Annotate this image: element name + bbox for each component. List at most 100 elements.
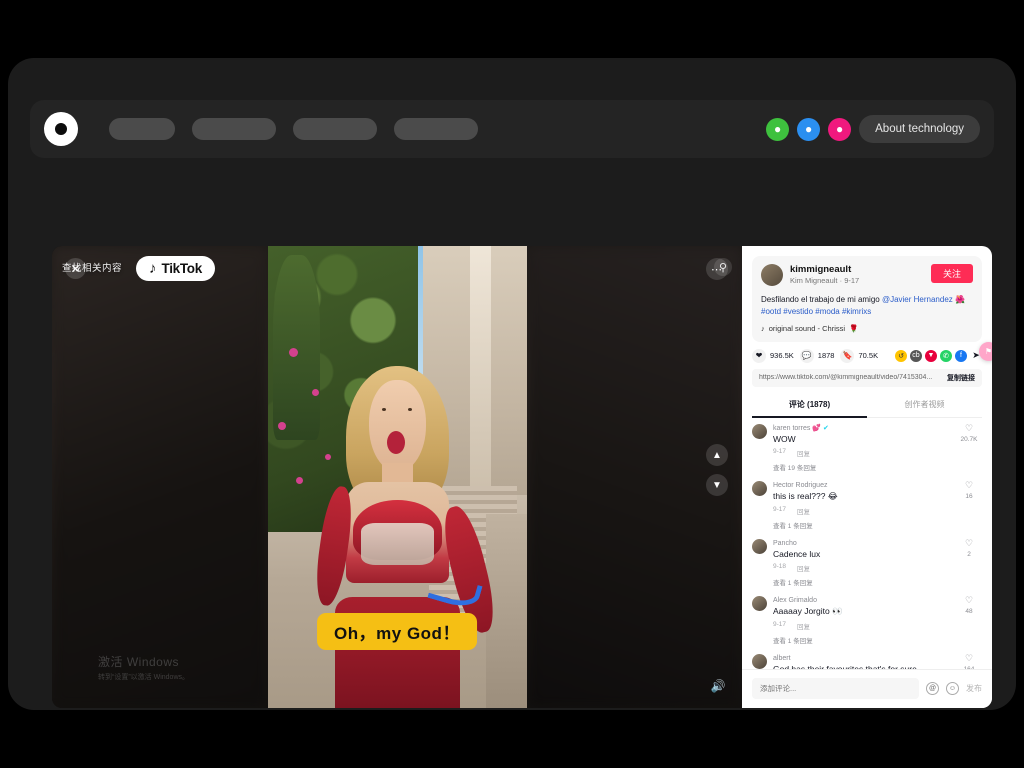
comment-input[interactable] xyxy=(752,678,919,699)
video-link-row[interactable]: https://www.tiktok.com/@kimmigneault/vid… xyxy=(752,368,982,387)
nav-placeholder-2[interactable] xyxy=(192,118,276,140)
reply-link[interactable]: 回复 xyxy=(797,506,810,516)
reply-link[interactable]: 回复 xyxy=(797,563,810,573)
tab-comments[interactable]: 评论 (1878) xyxy=(752,394,867,418)
commenter-avatar[interactable] xyxy=(752,481,767,497)
topbar-right-group: ● ● ● About technology xyxy=(766,115,980,143)
commenter-avatar[interactable] xyxy=(752,538,767,554)
sound-label: original sound - Chrissi xyxy=(768,323,846,333)
heart-outline-icon[interactable]: ♡ xyxy=(956,653,982,663)
author-handle[interactable]: kimmigneault xyxy=(790,264,924,275)
bookmark-stat[interactable]: 🔖 70.5K xyxy=(840,348,878,363)
list-item[interactable]: karen torres 💕 ✔ WOW 9-17 回复 查看 19 条回复 ♡ xyxy=(752,423,982,473)
weibo-icon[interactable]: ● xyxy=(797,117,821,141)
about-technology-button[interactable]: About technology xyxy=(859,115,980,143)
comment-like-group[interactable]: ♡ 164 xyxy=(956,653,982,669)
view-replies-link[interactable]: 查看 1 条回复 xyxy=(773,635,950,645)
author-card: kimmigneault Kim Migneault · 9-17 关注 Des… xyxy=(752,256,982,342)
comments-list[interactable]: karen torres 💕 ✔ WOW 9-17 回复 查看 19 条回复 ♡ xyxy=(742,418,992,669)
list-item[interactable]: Alex Grimaldo Aaaaay Jorgito 👀 9-17 回复 查… xyxy=(752,596,982,645)
comment-composer: @ ☺ 发布 xyxy=(742,669,992,708)
chevron-up-icon[interactable]: ▲ xyxy=(706,444,728,466)
comment-meta: 9-18 回复 xyxy=(773,563,950,573)
engagement-stats-row: ❤ 936.5K 💬 1878 🔖 70.5K ↺ cb ▼ ✆ f ➤ xyxy=(742,342,992,369)
like-stat[interactable]: ❤ 936.5K xyxy=(752,348,794,363)
list-item[interactable]: Hector Rodriguez this is real??? 😂 9-17 … xyxy=(752,481,982,530)
follow-button[interactable]: 关注 xyxy=(930,264,973,283)
comment-meta: 9-17 回复 xyxy=(773,506,950,516)
commenter-name: Hector Rodriguez xyxy=(773,482,828,490)
chevron-down-icon[interactable]: ▼ xyxy=(706,474,728,496)
reply-link[interactable]: 回复 xyxy=(797,621,810,631)
facebook-icon[interactable]: f xyxy=(955,349,967,362)
view-replies-link[interactable]: 查看 1 条回复 xyxy=(773,577,950,587)
comment-like-group[interactable]: ♡ 48 xyxy=(956,596,982,645)
comment-meta: 9-17 回复 xyxy=(773,621,950,631)
site-logo-icon[interactable] xyxy=(44,112,78,146)
commenter-name: albert xyxy=(773,654,791,662)
comment-date: 9-17 xyxy=(773,620,787,628)
description-hashtags[interactable]: #ootd #vestido #moda #kimrixs xyxy=(761,307,871,316)
description-mention[interactable]: @Javier Hernandez xyxy=(882,295,953,304)
comment-like-group[interactable]: ♡ 20.7K xyxy=(956,423,982,473)
subject-eye-left xyxy=(381,407,386,411)
embed-icon[interactable]: cb xyxy=(910,349,922,362)
post-comment-button[interactable]: 发布 xyxy=(966,683,982,694)
view-replies-link[interactable]: 查看 19 条回复 xyxy=(773,462,950,472)
comment-like-count: 20.7K xyxy=(960,435,978,443)
commenter-avatar[interactable] xyxy=(752,653,767,669)
floating-action-icon[interactable]: ⚑ xyxy=(979,342,992,361)
description-text: Desfilando el trabajo de mi amigo xyxy=(761,294,882,304)
list-item[interactable]: albert God has their favourites that's f… xyxy=(752,653,982,669)
sound-emoji: 🌹 xyxy=(849,323,859,333)
tab-creator-videos[interactable]: 创作者视频 xyxy=(867,394,982,418)
commenter-name: Alex Grimaldo xyxy=(773,597,817,605)
bookmark-icon: 🔖 xyxy=(840,348,855,363)
tiktok-logo-badge[interactable]: ♪ TikTok xyxy=(136,256,215,281)
nav-placeholder-4[interactable] xyxy=(394,118,478,140)
reply-link[interactable]: 回复 xyxy=(797,448,810,458)
pinterest-icon[interactable]: ▼ xyxy=(925,349,937,362)
comment-date: 9-17 xyxy=(773,448,787,456)
comment-meta: 9-17 回复 xyxy=(773,448,950,458)
comment-like-group[interactable]: ♡ 16 xyxy=(956,481,982,530)
list-item[interactable]: Pancho Cadence lux 9-18 回复 查看 1 条回复 ♡ 2 xyxy=(752,538,982,588)
heart-outline-icon[interactable]: ♡ xyxy=(956,423,982,433)
commenter-avatar[interactable] xyxy=(752,596,767,612)
tiktok-wordmark: TikTok xyxy=(161,261,203,276)
nav-placeholder-1[interactable] xyxy=(109,118,175,140)
heart-outline-icon[interactable]: ♡ xyxy=(956,538,982,548)
comment-date: 9-18 xyxy=(773,563,787,571)
sound-row[interactable]: ♪ original sound - Chrissi 🌹 xyxy=(761,324,973,333)
close-icon[interactable]: ✕ xyxy=(65,258,86,279)
author-avatar[interactable] xyxy=(761,264,783,286)
commenter-name-row: Pancho xyxy=(773,539,950,548)
wechat-icon[interactable]: ● xyxy=(766,117,790,141)
author-name-block: kimmigneault Kim Migneault · 9-17 xyxy=(790,264,924,287)
nav-placeholder-group xyxy=(109,118,478,140)
volume-icon[interactable]: 🔊 xyxy=(708,676,728,696)
copy-link-button[interactable]: 复制链接 xyxy=(947,373,975,383)
nav-placeholder-3[interactable] xyxy=(293,118,377,140)
scene-building-edge xyxy=(470,246,491,487)
at-icon[interactable]: @ xyxy=(926,682,939,695)
logo-inner-dot xyxy=(55,123,67,135)
whatsapp-icon[interactable]: ✆ xyxy=(940,349,952,362)
repost-icon[interactable]: ↺ xyxy=(895,349,907,362)
heart-outline-icon[interactable]: ♡ xyxy=(956,596,982,605)
heart-outline-icon[interactable]: ♡ xyxy=(956,481,982,490)
more-options-icon[interactable]: ⋯ xyxy=(706,258,728,280)
comment-body: karen torres 💕 ✔ WOW 9-17 回复 查看 19 条回复 xyxy=(773,424,950,473)
video-player-pane[interactable]: 查找相关内容 ⚲ Oh，my God！ ✕ ♪ TikTok ⋯ ▲ ▼ 🔊 xyxy=(52,246,742,708)
commenter-name-row: karen torres 💕 ✔ xyxy=(773,424,950,433)
verified-icon: ✔ xyxy=(822,424,829,432)
commenter-avatar[interactable] xyxy=(752,423,767,439)
subject-eye-right xyxy=(407,407,412,411)
comment-stat[interactable]: 💬 1878 xyxy=(799,348,835,363)
view-replies-link[interactable]: 查看 1 条回复 xyxy=(773,520,950,530)
comment-like-group[interactable]: ♡ 2 xyxy=(956,538,982,588)
comment-count: 1878 xyxy=(817,351,835,361)
emoji-icon[interactable]: ☺ xyxy=(946,682,959,695)
author-row: kimmigneault Kim Migneault · 9-17 关注 xyxy=(761,264,973,287)
xiaohongshu-icon[interactable]: ● xyxy=(828,117,852,141)
